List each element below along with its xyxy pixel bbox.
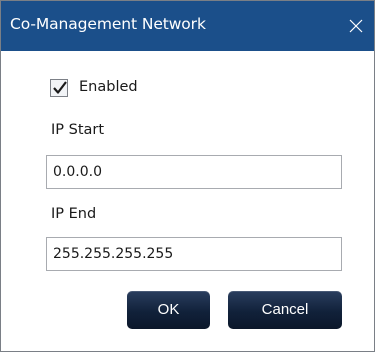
- enabled-label: Enabled: [79, 79, 138, 95]
- dialog-title: Co-Management Network: [10, 15, 206, 33]
- ok-button[interactable]: OK: [127, 291, 210, 329]
- co-management-network-dialog: Co-Management Network Enabled IP Start I…: [0, 0, 375, 352]
- ip-start-label: IP Start: [51, 122, 105, 138]
- title-bar: Co-Management Network: [1, 1, 374, 51]
- checkmark-icon: [53, 81, 67, 94]
- ip-end-label: IP End: [51, 206, 97, 222]
- enabled-checkbox[interactable]: [50, 79, 68, 97]
- cancel-button[interactable]: Cancel: [228, 291, 342, 329]
- ip-end-input[interactable]: [46, 237, 342, 271]
- close-icon[interactable]: [347, 17, 365, 35]
- ip-start-input[interactable]: [46, 155, 342, 189]
